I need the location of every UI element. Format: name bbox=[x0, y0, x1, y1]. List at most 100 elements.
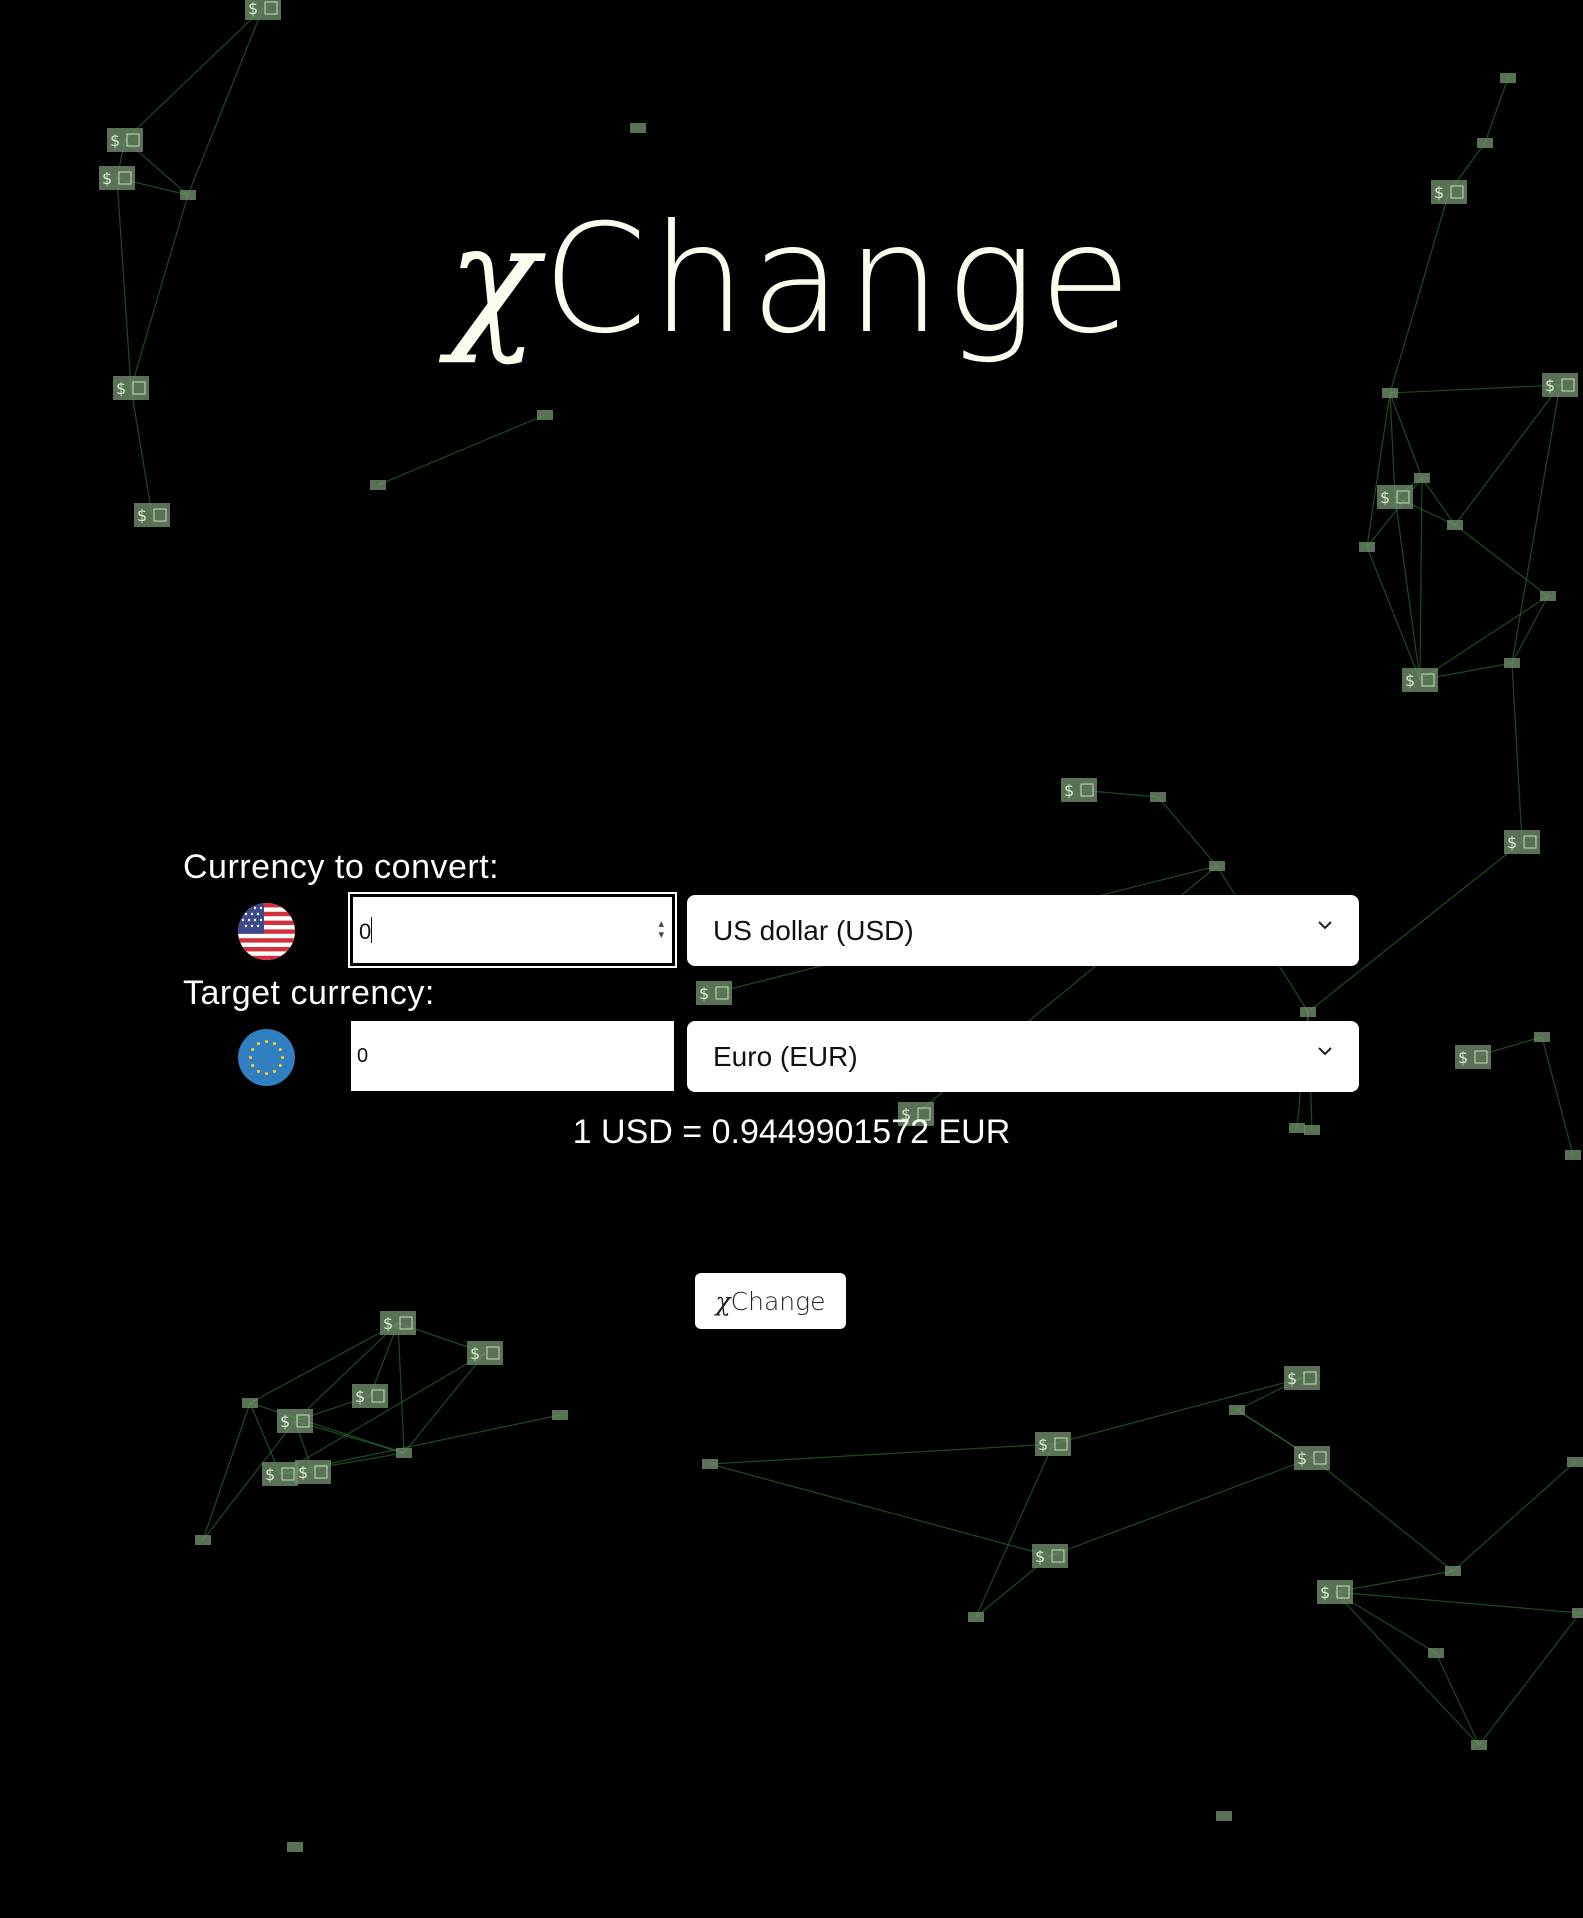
network-edge bbox=[1157, 796, 1218, 867]
dollar-bill-icon bbox=[180, 190, 196, 200]
dollar-bill-icon: $ bbox=[277, 1409, 313, 1433]
dollar-bill-icon: $ bbox=[1542, 373, 1578, 397]
exchange-rate-text: 1 USD = 0.9449901572 EUR bbox=[572, 1113, 1011, 1151]
number-spinner-icon[interactable]: ▴ ▾ bbox=[658, 919, 664, 941]
dollar-bill-icon: $ bbox=[1317, 1580, 1353, 1604]
dollar-bill-icon bbox=[1567, 1457, 1583, 1467]
dollar-bill-icon: $ bbox=[467, 1341, 503, 1365]
svg-text:$: $ bbox=[1380, 488, 1390, 507]
chevron-down-icon bbox=[1318, 1047, 1332, 1056]
network-edge bbox=[1435, 1652, 1480, 1746]
svg-text:$: $ bbox=[298, 1463, 308, 1482]
dollar-bill-icon: $ bbox=[1377, 485, 1413, 509]
svg-text:$: $ bbox=[383, 1314, 393, 1333]
network-edge bbox=[124, 7, 264, 141]
svg-text:$: $ bbox=[1297, 1449, 1307, 1468]
svg-text:$: $ bbox=[355, 1387, 365, 1406]
dollar-bill-icon bbox=[1500, 73, 1516, 83]
network-edge bbox=[397, 1322, 405, 1454]
target-amount-input[interactable]: 0 bbox=[351, 1021, 674, 1091]
dollar-bill-icon bbox=[1477, 138, 1493, 148]
network-edge bbox=[1052, 1377, 1303, 1445]
dollar-bill-icon: $ bbox=[1061, 778, 1097, 802]
network-edge bbox=[1484, 77, 1509, 144]
dollar-bill-icon: $ bbox=[352, 1384, 388, 1408]
svg-text:$: $ bbox=[699, 984, 709, 1003]
dollar-bill-icon: $ bbox=[245, 0, 281, 20]
dollar-bill-icon bbox=[1572, 1608, 1583, 1618]
network-edge bbox=[1511, 384, 1561, 664]
dollar-bill-icon bbox=[396, 1448, 412, 1458]
page-root: $ $ $ $ $ $ $ $ $ $ $ $ $ $ $ $ $ $ $ $ $ $ $ $ $ χChange Curren… bbox=[0, 0, 1583, 1918]
source-currency-select[interactable]: US dollar (USD) bbox=[687, 895, 1359, 966]
network-edge bbox=[1454, 384, 1561, 526]
svg-text:$: $ bbox=[1507, 833, 1517, 852]
network-edge bbox=[1478, 1612, 1581, 1746]
network-edge bbox=[187, 7, 264, 196]
dollar-bill-icon bbox=[1216, 1811, 1232, 1821]
dollar-bill-icon bbox=[1414, 473, 1430, 483]
target-currency-select[interactable]: Euro (EUR) bbox=[687, 1021, 1359, 1092]
network-edge bbox=[1389, 392, 1423, 479]
dollar-bill-icon: $ bbox=[295, 1460, 331, 1484]
dollar-bill-icon: $ bbox=[1455, 1045, 1491, 1069]
dollar-bill-icon bbox=[1150, 792, 1166, 802]
dollar-bill-icon bbox=[242, 1398, 258, 1408]
svg-text:$: $ bbox=[1035, 1547, 1045, 1566]
dollar-bill-icon bbox=[195, 1535, 211, 1545]
dollar-bill-icon bbox=[968, 1612, 984, 1622]
dollar-bill-icon bbox=[1540, 591, 1556, 601]
svg-text:$: $ bbox=[1458, 1048, 1468, 1067]
dollar-bill-icon: $ bbox=[1284, 1366, 1320, 1390]
dollar-bill-icon bbox=[1445, 1566, 1461, 1576]
dollar-bill-icon bbox=[287, 1842, 303, 1852]
dollar-bill-icon: $ bbox=[1431, 180, 1467, 204]
svg-text:$: $ bbox=[1434, 183, 1444, 202]
dollar-bill-icon: $ bbox=[380, 1311, 416, 1335]
svg-text:$: $ bbox=[1405, 671, 1415, 690]
network-edge bbox=[1311, 1457, 1454, 1572]
us-flag-icon bbox=[238, 903, 295, 960]
network-edge bbox=[1452, 1461, 1576, 1572]
svg-text:$: $ bbox=[1287, 1369, 1297, 1388]
network-edge bbox=[1511, 662, 1523, 843]
dollar-bill-icon bbox=[1471, 1740, 1487, 1750]
dollar-bill-icon bbox=[1428, 1648, 1444, 1658]
network-edge bbox=[1419, 595, 1549, 681]
app-logo: χChange bbox=[447, 193, 1136, 367]
chevron-down-icon bbox=[1318, 921, 1332, 930]
target-currency-label: Target currency: bbox=[183, 974, 435, 1012]
dollar-bill-icon: $ bbox=[107, 128, 143, 152]
network-edge bbox=[1389, 384, 1561, 394]
network-edge bbox=[1334, 1591, 1581, 1614]
xchange-button[interactable]: χ Change bbox=[695, 1273, 846, 1329]
network-edge bbox=[1394, 496, 1421, 681]
svg-text:$: $ bbox=[110, 131, 120, 150]
dollar-bill-icon bbox=[702, 1459, 718, 1469]
dollar-bill-icon: $ bbox=[1402, 668, 1438, 692]
network-edge bbox=[377, 414, 546, 486]
svg-text:$: $ bbox=[1545, 376, 1555, 395]
dollar-bill-icon: $ bbox=[99, 166, 135, 190]
dollar-bill-icon: $ bbox=[113, 376, 149, 400]
dollar-bill-icon bbox=[1359, 542, 1375, 552]
network-edge bbox=[403, 1352, 486, 1454]
network-edge bbox=[1334, 1591, 1480, 1746]
eu-flag-icon bbox=[238, 1029, 295, 1086]
dollar-bill-icon: $ bbox=[134, 503, 170, 527]
svg-text:$: $ bbox=[1320, 1583, 1330, 1602]
dollar-bill-icon bbox=[1229, 1405, 1245, 1415]
svg-text:$: $ bbox=[1064, 781, 1074, 800]
network-edge bbox=[709, 1463, 1051, 1557]
dollar-bill-icon: $ bbox=[696, 981, 732, 1005]
source-amount-input[interactable]: 0 ▴ ▾ bbox=[348, 892, 677, 968]
network-edge bbox=[975, 1443, 1054, 1618]
network-edge bbox=[1366, 392, 1391, 548]
dollar-bill-icon bbox=[1209, 861, 1225, 871]
svg-text:$: $ bbox=[1038, 1435, 1048, 1454]
source-currency-label: Currency to convert: bbox=[183, 848, 500, 886]
svg-text:$: $ bbox=[116, 379, 126, 398]
svg-text:$: $ bbox=[470, 1344, 480, 1363]
dollar-bill-icon: $ bbox=[1504, 830, 1540, 854]
dollar-bill-icon bbox=[370, 480, 386, 490]
